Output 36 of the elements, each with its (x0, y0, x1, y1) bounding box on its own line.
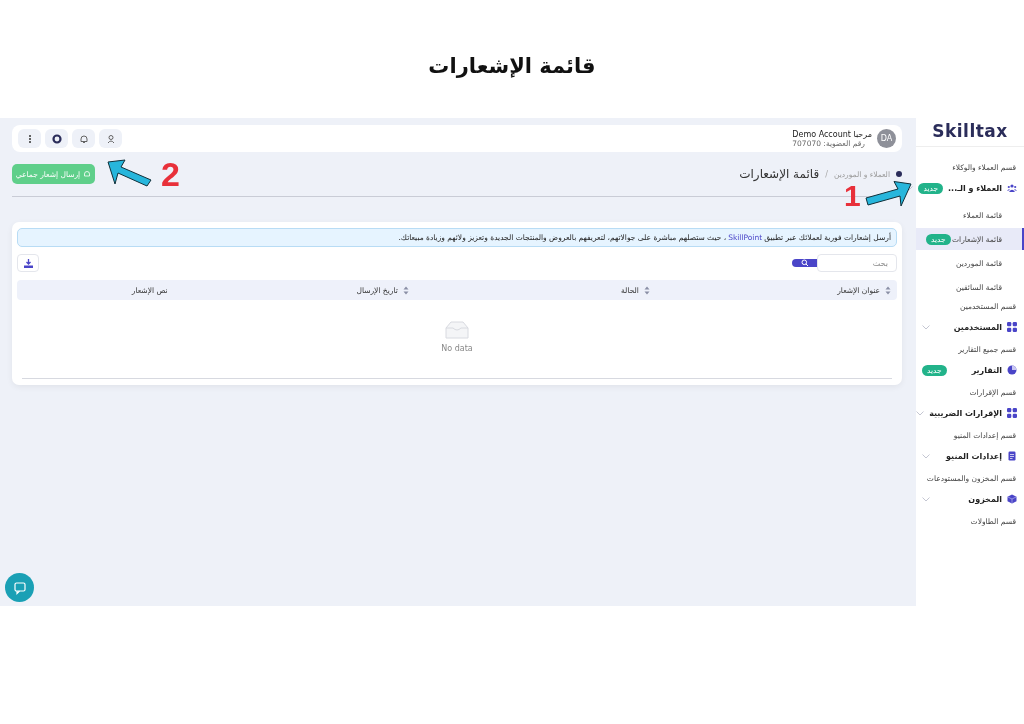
person-icon[interactable] (99, 129, 122, 148)
empty-text: No data (441, 344, 473, 353)
sidebar-item[interactable]: الإقرارات الضريبية (929, 408, 1017, 418)
empty-inbox-icon (443, 320, 471, 340)
sort-icon[interactable] (643, 285, 650, 295)
pie-chart-icon (1007, 365, 1017, 375)
page-title: قائمة الإشعارات (428, 53, 596, 78)
user-greeting: مرحبا Demo Account (792, 129, 872, 139)
chat-button[interactable] (5, 573, 34, 602)
breadcrumb-current: قائمة الإشعارات (739, 167, 820, 181)
grid-icon (1007, 322, 1017, 332)
sidebar-item[interactable]: المستخدمين (935, 322, 1017, 332)
annotation-number: 2 (161, 157, 180, 191)
sort-icon[interactable] (402, 285, 409, 295)
breadcrumb-separator: / (825, 169, 828, 179)
sidebar-item[interactable]: المخزون (935, 494, 1017, 504)
sidebar-item[interactable]: التقارير (951, 365, 1017, 375)
sidebar-item[interactable]: العملاء و الـ... (948, 183, 1017, 193)
sort-icon[interactable] (885, 285, 891, 295)
logo: Skilltax (931, 120, 1009, 143)
search-icon (800, 259, 809, 267)
breadcrumb-dot-icon (896, 171, 902, 177)
search-button[interactable] (792, 259, 817, 267)
document-icon (1007, 451, 1017, 461)
more-icon[interactable] (18, 129, 41, 148)
sidebar-item[interactable]: إعدادات المنيو (935, 451, 1017, 461)
people-icon (1007, 183, 1017, 193)
annotation-number: 1 (844, 181, 861, 211)
bell-icon (83, 170, 92, 178)
grid-icon (1007, 408, 1017, 418)
search-field[interactable]: بحث (817, 254, 897, 272)
ring-icon[interactable] (45, 129, 68, 148)
bell-icon[interactable] (72, 129, 95, 148)
box-icon (1007, 494, 1017, 504)
chat-icon (12, 580, 27, 595)
download-icon[interactable] (17, 254, 39, 272)
